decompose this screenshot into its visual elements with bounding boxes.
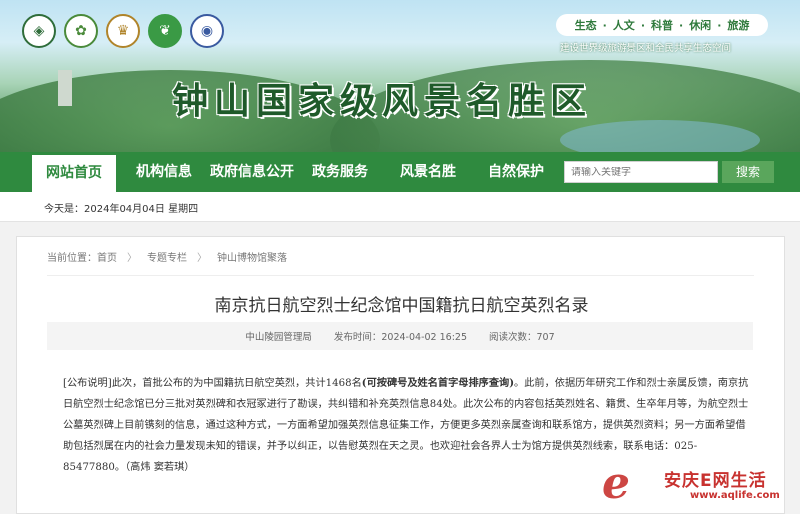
park-emblem-icon[interactable]: ✿ [64, 14, 98, 48]
body-emphasis: (可按碑号及姓名首字母排序查询) [361, 377, 515, 389]
article-title: 南京抗日航空烈士纪念馆中国籍抗日航空英烈名录 [214, 296, 589, 316]
slogan-subtitle: 建设世界级旅游景区和全民共享生态空间 [560, 43, 732, 54]
breadcrumb-home[interactable]: 首页 [97, 249, 117, 264]
slogan-item: 休闲 [689, 19, 712, 32]
heritage-emblem-icon[interactable]: ◈ [22, 14, 56, 48]
search-button[interactable]: 搜索 [722, 161, 774, 183]
breadcrumb-separator: 〉 [127, 253, 137, 264]
banner-tower [58, 70, 72, 106]
nav-item-scenic[interactable]: 风景名胜 [400, 152, 456, 192]
breadcrumb-separator: 〉 [197, 253, 207, 264]
article-meta: 中山陵园管理局 发布时间：2024-04-02 16:25 阅读次数：707 [47, 322, 753, 350]
search-box [564, 161, 718, 183]
nav-item-organization[interactable]: 机构信息 [136, 152, 192, 192]
breadcrumb-topics[interactable]: 专题专栏 [147, 249, 187, 264]
article-publish-time: 发布时间：2024-04-02 16:25 [333, 332, 467, 343]
5a-scenic-emblem-icon[interactable]: ♛ [106, 14, 140, 48]
source-watermark: e 安庆E网生活 www.aqlife.com [598, 458, 794, 510]
body-text: 此次，首批公布的为中国籍抗日航空英烈，共计1468名 [111, 378, 362, 389]
slogan-item: 人文 [612, 19, 635, 32]
geopark-emblem-icon[interactable]: ◉ [190, 14, 224, 48]
breadcrumb-museum[interactable]: 钟山博物馆聚落 [217, 249, 287, 264]
forest-emblem-icon[interactable]: ❦ [148, 14, 182, 48]
slogan-separator: · [602, 18, 607, 32]
watermark-logo-letter: e [602, 458, 630, 509]
divider [47, 275, 754, 276]
nav-item-gov-services[interactable]: 政务服务 [312, 152, 368, 192]
notice-tag: [公布说明] [63, 378, 112, 389]
banner-lake [560, 120, 760, 152]
article-source: 中山陵园管理局 [245, 332, 312, 343]
slogan-item: 生态 [574, 19, 597, 32]
search-input[interactable] [571, 166, 717, 178]
watermark-name: 安庆E网生活 [664, 471, 767, 491]
slogan-item: 旅游 [727, 19, 750, 32]
breadcrumb-prefix: 当前位置： [47, 253, 97, 264]
date-bar: 今天是：2024年04月04日 星期四 [0, 192, 800, 222]
nav-item-gov-info[interactable]: 政府信息公开 [210, 152, 294, 192]
site-title[interactable]: 钟山国家级风景名胜区 [172, 72, 592, 124]
slogan-separator: · [679, 18, 684, 32]
nav-item-nature[interactable]: 自然保护 [488, 152, 544, 192]
slogan-pill: 生态 · 人文 · 科普 · 休闲 · 旅游 [556, 14, 768, 36]
article-views: 阅读次数：707 [488, 332, 555, 343]
watermark-url: www.aqlife.com [690, 490, 780, 501]
site-banner: ◈ ✿ ♛ ❦ ◉ 生态 · 人文 · 科普 · 休闲 · 旅游 建设世界级旅游… [0, 0, 800, 152]
slogan-separator: · [717, 18, 722, 32]
nav-item-home[interactable]: 网站首页 [32, 152, 116, 192]
slogan-item: 科普 [651, 19, 673, 32]
slogan-separator: · [640, 18, 645, 32]
current-date: 今天是：2024年04月04日 星期四 [44, 204, 199, 215]
partner-logos: ◈ ✿ ♛ ❦ ◉ [22, 14, 224, 48]
breadcrumb: 当前位置： 首页 〉 专题专栏 〉 钟山博物馆聚落 [47, 249, 287, 264]
